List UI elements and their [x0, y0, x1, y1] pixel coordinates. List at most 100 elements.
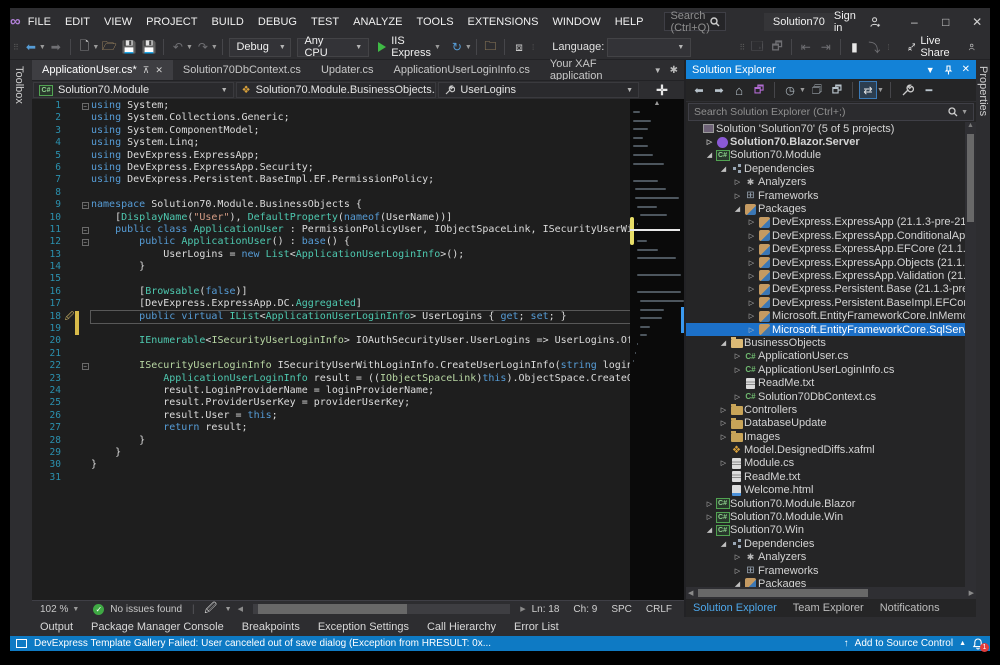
language-dropdown[interactable]: ▼	[607, 38, 691, 57]
bookmark-icon[interactable]: ▮	[845, 37, 863, 57]
panel-tab-error-list[interactable]: Error List	[506, 621, 567, 633]
tree-item[interactable]: ▷DevExpress.Persistent.Base (21.1.3-pre-…	[686, 283, 976, 296]
properties-icon[interactable]: 🗇	[808, 81, 826, 99]
collapse-region-icon[interactable]: −	[82, 227, 89, 234]
tree-item[interactable]: ▷DevExpress.ExpressApp (21.1.3-pre-21119…	[686, 216, 976, 229]
indent-increase-icon[interactable]: ⇥	[817, 37, 835, 57]
code-line[interactable]: 7using DevExpress.Persistent.BaseImpl.EF…	[32, 174, 630, 186]
tree-item[interactable]: ▷Solution70.Blazor.Server	[686, 135, 976, 148]
chevron-collapsed-icon[interactable]: ▷	[746, 259, 757, 267]
tree-item[interactable]: ▷Module.cs	[686, 457, 976, 470]
member-dropdown[interactable]: UserLogins▼	[438, 82, 639, 98]
tree-item[interactable]: ▷DevExpress.ExpressApp.EFCore (21.1.3-pr…	[686, 243, 976, 256]
close-button[interactable]: ✕	[961, 8, 992, 35]
solution-explorer-header[interactable]: Solution Explorer ▼ ✕	[686, 60, 976, 79]
solution-platform-dropdown[interactable]: Any CPU▼	[297, 38, 369, 57]
refresh-dropdown[interactable]: ▼	[465, 44, 472, 51]
horizontal-scrollbar[interactable]	[253, 604, 510, 614]
menu-item-help[interactable]: HELP	[608, 8, 651, 35]
tree-item[interactable]: ◢BusinessObjects	[686, 336, 976, 349]
toolbar-grip-2[interactable]: ⠿	[736, 43, 747, 52]
code-line[interactable]: 5using DevExpress.ExpressApp;	[32, 150, 630, 162]
panel-tab-call-hierarchy[interactable]: Call Hierarchy	[419, 621, 504, 633]
collapse-all-icon[interactable]: ━	[920, 81, 938, 99]
pin-tab-icon[interactable]: ⊼	[143, 65, 150, 76]
panel-tab-breakpoints[interactable]: Breakpoints	[234, 621, 308, 633]
chevron-collapsed-icon[interactable]: ▷	[718, 459, 729, 467]
chevron-expanded-icon[interactable]: ◢	[718, 540, 729, 548]
code-line[interactable]: 18🖉 public virtual IList<ApplicationUser…	[32, 311, 630, 323]
find-in-files-icon[interactable]: 🗀	[481, 37, 499, 57]
filter-dropdown[interactable]: ▼	[799, 87, 806, 94]
chevron-collapsed-icon[interactable]: ▷	[732, 192, 743, 200]
chevron-collapsed-icon[interactable]: ▷	[746, 232, 757, 240]
tree-item[interactable]: Welcome.html	[686, 484, 976, 497]
minimap-scrollbar[interactable]: ▲	[630, 99, 684, 600]
tool-window-tab-solution-explorer[interactable]: Solution Explorer	[686, 602, 784, 614]
open-file-icon[interactable]: 🗁	[100, 37, 118, 57]
fold-margin[interactable]: −	[79, 100, 91, 112]
code-line[interactable]: 15	[32, 273, 630, 285]
code-line[interactable]: 28 }	[32, 435, 630, 447]
menu-item-file[interactable]: FILE	[21, 8, 58, 35]
code-line[interactable]: 17 [DevExpress.ExpressApp.DC.Aggregated]	[32, 298, 630, 310]
maximize-button[interactable]: □	[930, 8, 961, 35]
chevron-collapsed-icon[interactable]: ▷	[746, 312, 757, 320]
fold-margin[interactable]: −	[79, 360, 91, 372]
feedback-icon[interactable]	[968, 41, 976, 53]
panel-tab-package-manager-console[interactable]: Package Manager Console	[83, 621, 232, 633]
navigate-forward-icon[interactable]: ➡	[47, 37, 65, 57]
menu-item-view[interactable]: VIEW	[97, 8, 139, 35]
chevron-expanded-icon[interactable]: ◢	[732, 205, 743, 213]
toolbox-tab[interactable]: Toolbox	[13, 66, 25, 104]
tree-item[interactable]: ▷⊞Frameworks	[686, 564, 976, 577]
tree-item[interactable]: ▷✱Analyzers	[686, 176, 976, 189]
code-line[interactable]: 19	[32, 323, 630, 335]
chevron-collapsed-icon[interactable]: ▷	[732, 553, 743, 561]
chevron-collapsed-icon[interactable]: ▷	[732, 567, 743, 575]
preview-selected-icon[interactable]: 🗗	[828, 81, 846, 99]
tree-item[interactable]: ▷C#Solution70.Module.Win	[686, 510, 976, 523]
code-line[interactable]: 14 }	[32, 261, 630, 273]
tree-item[interactable]: ▷Microsoft.EntityFrameworkCore.InMemory …	[686, 309, 976, 322]
code-map-icon[interactable]: ⧈	[510, 37, 528, 57]
code-line[interactable]: 2using System.Collections.Generic;	[32, 112, 630, 124]
sign-in-button[interactable]: Sign in	[834, 10, 881, 34]
notifications-bell[interactable]: 1	[972, 638, 984, 650]
code-line[interactable]: 8	[32, 187, 630, 199]
fold-margin[interactable]: −	[79, 224, 91, 236]
live-share-button[interactable]: Live Share	[902, 38, 960, 57]
code-cleanup-icon[interactable]: 🖉	[202, 599, 220, 619]
tree-item[interactable]: ◢Packages	[686, 577, 976, 587]
tree-item[interactable]: ◢C#Solution70.Module	[686, 149, 976, 162]
chevron-collapsed-icon[interactable]: ▷	[732, 178, 743, 186]
refresh-icon[interactable]: ↻	[448, 37, 466, 57]
tool-window-tab-team-explorer[interactable]: Team Explorer	[786, 602, 871, 614]
solution-configuration-dropdown[interactable]: Debug▼	[229, 38, 291, 57]
chevron-collapsed-icon[interactable]: ▷	[732, 393, 743, 401]
chevron-collapsed-icon[interactable]: ▷	[746, 218, 757, 226]
tree-item[interactable]: ◢C#Solution70.Win	[686, 524, 976, 537]
tool-window-tab-notifications[interactable]: Notifications	[873, 602, 947, 614]
collapse-region-icon[interactable]: −	[82, 239, 89, 246]
sync-with-active-document-icon[interactable]: ⇄	[859, 81, 877, 99]
tree-item[interactable]: ◢Dependencies	[686, 537, 976, 550]
horizontal-scrollbar-thumb[interactable]	[258, 604, 407, 614]
code-line[interactable]: 20 IEnumerable<ISecurityUserLoginInfo> I…	[32, 335, 630, 347]
tree-item[interactable]: ▷✱Analyzers	[686, 551, 976, 564]
panel-menu-icon[interactable]: ▼	[926, 65, 935, 75]
menu-item-extensions[interactable]: EXTENSIONS	[461, 8, 546, 35]
new-project-icon[interactable]: 🗋	[75, 37, 93, 57]
collapse-region-icon[interactable]: −	[82, 202, 89, 209]
code-line[interactable]: 31	[32, 472, 630, 484]
chevron-collapsed-icon[interactable]: ▷	[732, 366, 743, 374]
chevron-collapsed-icon[interactable]: ▷	[746, 299, 757, 307]
chevron-collapsed-icon[interactable]: ▷	[704, 138, 715, 146]
tree-item[interactable]: ▷C#Solution70.Module.Blazor	[686, 497, 976, 510]
undo-dropdown[interactable]: ▼	[186, 44, 193, 51]
source-control-dropdown[interactable]: ▲	[959, 640, 966, 647]
code-line[interactable]: 30}	[32, 459, 630, 471]
type-dropdown[interactable]: ❖ Solution70.Module.BusinessObjects.Appl…	[236, 82, 437, 98]
pending-changes-filter-icon[interactable]: ◷	[781, 81, 799, 99]
tree-item[interactable]: ▷C#ApplicationUser.cs	[686, 350, 976, 363]
